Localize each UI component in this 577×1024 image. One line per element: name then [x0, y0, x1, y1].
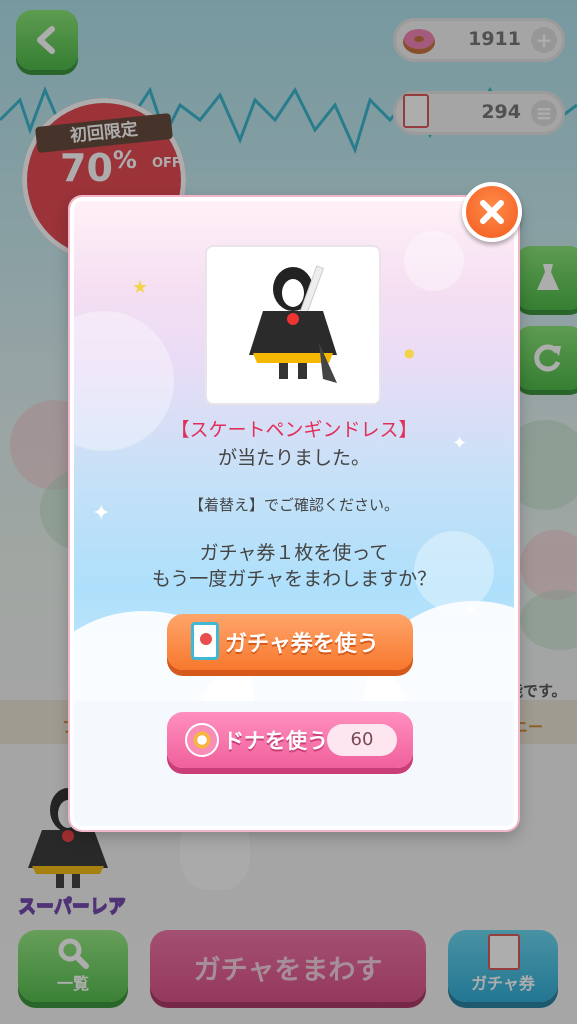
penguin-dress-image	[249, 265, 337, 383]
decor-bubble	[404, 231, 464, 291]
item-name: 【スケートペンギンドレス】	[170, 419, 418, 441]
donut-cost: 60	[327, 724, 397, 756]
close-button[interactable]	[462, 182, 522, 242]
sparkle-icon: ●	[404, 346, 415, 360]
question-line-2: もう一度ガチャをまわしますか？	[151, 568, 437, 590]
use-donut-label: ドナを使う	[223, 729, 328, 753]
won-text: が当たりました。	[217, 447, 370, 469]
use-ticket-label: ガチャ券を使う	[225, 632, 379, 657]
close-icon	[480, 200, 504, 224]
item-image-card	[205, 245, 381, 405]
sparkle-icon: ✦	[464, 601, 478, 620]
gacha-result-dialog: ★ ● ✦ ✦ ✦ 【スケートペンギンドレス】 が当たりました。 【着替え】でご…	[70, 197, 518, 830]
ticket-icon	[191, 622, 219, 660]
sparkle-icon: ★	[132, 277, 149, 298]
question-line-1: ガチャ券１枚を使って	[199, 542, 389, 564]
use-donut-button[interactable]: ドナを使う 60	[167, 712, 413, 768]
donut-icon	[185, 723, 219, 757]
confirm-text: 【着替え】でご確認ください。	[188, 496, 399, 514]
use-ticket-button[interactable]: ガチャ券を使う	[167, 614, 413, 670]
